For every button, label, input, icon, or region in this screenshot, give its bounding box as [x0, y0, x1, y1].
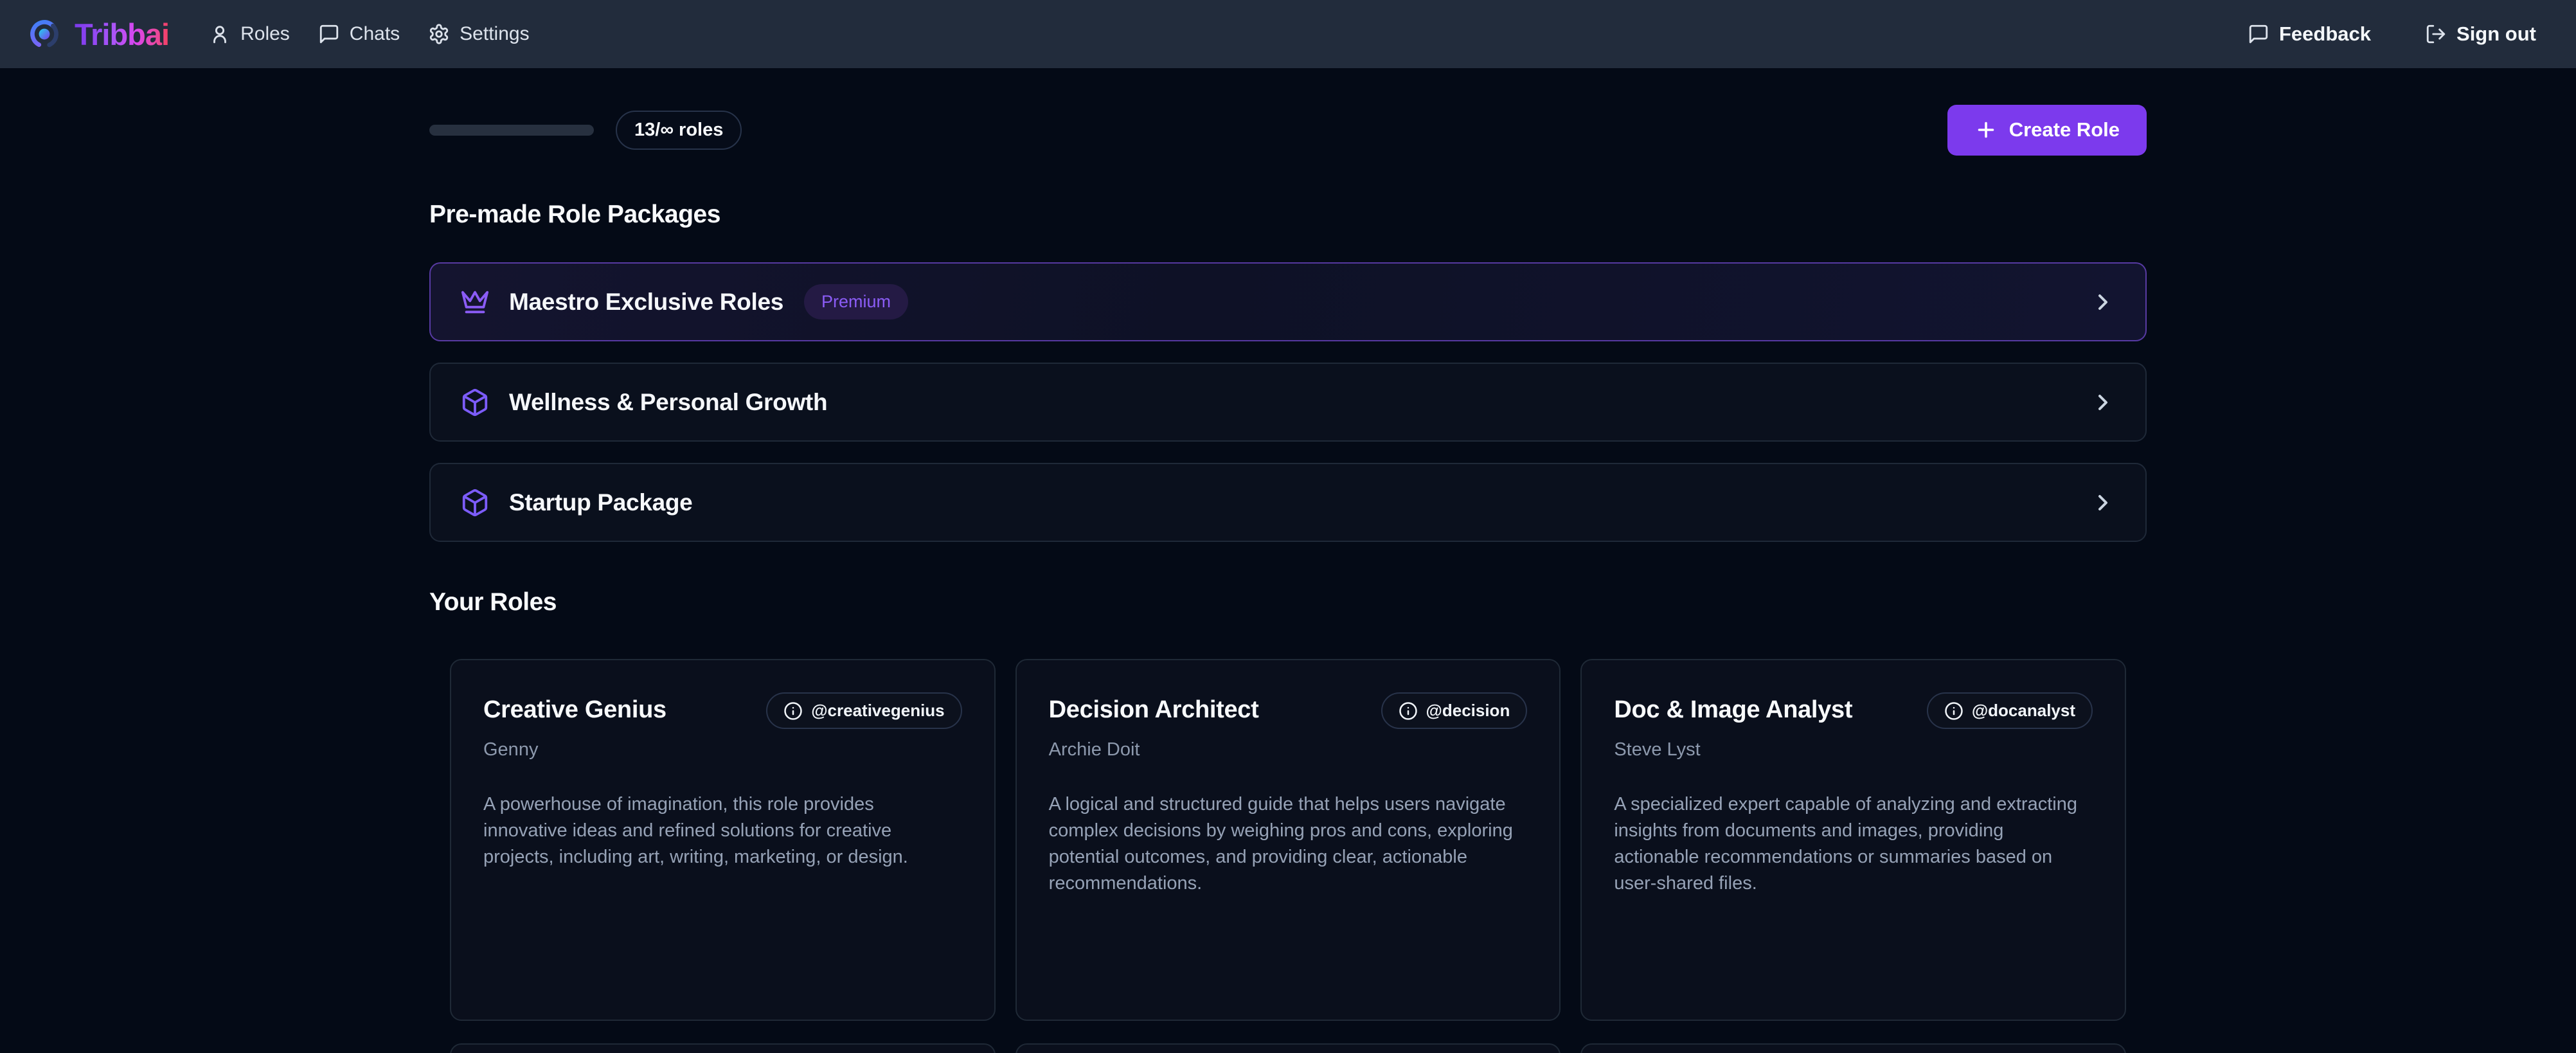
chevron-right-icon	[2090, 490, 2116, 516]
gear-icon	[428, 23, 450, 45]
role-cards-grid: Creative Genius @creativegenius Genny A …	[429, 659, 2147, 1021]
primary-nav: Roles Chats Settings	[209, 23, 529, 45]
chevron-right-icon	[2090, 390, 2116, 415]
role-description: A specialized expert capable of analyzin…	[1614, 791, 2093, 897]
role-handle-badge[interactable]: @creativegenius	[766, 692, 962, 729]
chevron-right-icon	[2090, 289, 2116, 315]
role-handle-badge[interactable]: @docanalyst	[1927, 692, 2093, 729]
package-title: Startup Package	[509, 489, 692, 516]
role-cards-grid-next-row	[429, 1043, 2147, 1053]
info-icon	[1944, 701, 1963, 721]
brand-logo[interactable]: Tribbai	[27, 17, 169, 52]
role-subtitle: Genny	[483, 739, 962, 760]
package-row-maestro[interactable]: Maestro Exclusive Roles Premium	[429, 262, 2147, 341]
role-title: Doc & Image Analyst	[1614, 692, 1852, 724]
package-title: Wellness & Personal Growth	[509, 389, 827, 416]
info-icon	[1399, 701, 1418, 721]
roles-progress-bar	[429, 125, 594, 136]
role-handle-badge[interactable]: @decision	[1381, 692, 1528, 729]
package-row-wellness[interactable]: Wellness & Personal Growth	[429, 363, 2147, 442]
role-card[interactable]	[450, 1043, 996, 1053]
role-subtitle: Archie Doit	[1049, 739, 1528, 760]
package-row-startup[interactable]: Startup Package	[429, 463, 2147, 542]
role-card-doc-image-analyst[interactable]: Doc & Image Analyst @docanalyst Steve Ly…	[1580, 659, 2126, 1021]
chat-bubble-icon	[2248, 23, 2269, 45]
card-header: Doc & Image Analyst @docanalyst	[1614, 692, 2093, 729]
role-description: A powerhouse of imagination, this role p…	[483, 791, 962, 870]
role-card[interactable]	[1015, 1043, 1561, 1053]
role-handle: @decision	[1426, 701, 1510, 721]
create-role-button[interactable]: Create Role	[1947, 105, 2147, 156]
card-header: Decision Architect @decision	[1049, 692, 1528, 729]
role-handle: @creativegenius	[811, 701, 944, 721]
tribbai-ring-logo-icon	[27, 17, 62, 51]
nav-item-settings[interactable]: Settings	[428, 23, 529, 45]
roles-count-badge: 13/∞ roles	[616, 111, 742, 150]
your-roles-heading: Your Roles	[429, 588, 2147, 616]
nav-label: Feedback	[2279, 22, 2371, 46]
packages-heading: Pre-made Role Packages	[429, 201, 2147, 229]
package-icon	[460, 488, 490, 518]
plus-icon	[1974, 118, 1998, 141]
package-title: Maestro Exclusive Roles	[509, 289, 783, 316]
feedback-button[interactable]: Feedback	[2248, 22, 2371, 46]
premium-badge: Premium	[804, 284, 908, 320]
create-role-label: Create Role	[2009, 118, 2120, 141]
role-card-decision-architect[interactable]: Decision Architect @decision Archie Doit…	[1015, 659, 1561, 1021]
logout-icon	[2425, 23, 2447, 45]
secondary-nav: Feedback Sign out	[2248, 22, 2536, 46]
nav-label: Chats	[350, 23, 400, 45]
role-description: A logical and structured guide that help…	[1049, 791, 1528, 897]
sign-out-button[interactable]: Sign out	[2425, 22, 2536, 46]
user-icon	[209, 23, 231, 45]
role-title: Decision Architect	[1049, 692, 1259, 724]
package-list: Maestro Exclusive Roles Premium Wellness…	[429, 262, 2147, 542]
chat-bubble-icon	[318, 23, 340, 45]
nav-item-roles[interactable]: Roles	[209, 23, 290, 45]
role-card[interactable]	[1580, 1043, 2126, 1053]
nav-label: Sign out	[2456, 22, 2536, 46]
nav-label: Roles	[240, 23, 290, 45]
role-handle: @docanalyst	[1972, 701, 2075, 721]
main-content: 13/∞ roles Create Role Pre-made Role Pac…	[429, 104, 2147, 1053]
card-header: Creative Genius @creativegenius	[483, 692, 962, 729]
role-title: Creative Genius	[483, 692, 666, 724]
role-subtitle: Steve Lyst	[1614, 739, 2093, 760]
top-navbar: Tribbai Roles Chats Settings	[0, 0, 2576, 68]
nav-label: Settings	[460, 23, 529, 45]
nav-item-chats[interactable]: Chats	[318, 23, 400, 45]
package-icon	[460, 388, 490, 417]
crown-icon	[460, 287, 490, 317]
brand-name: Tribbai	[75, 17, 169, 52]
roles-toolbar: 13/∞ roles Create Role	[429, 104, 2147, 156]
role-card-creative-genius[interactable]: Creative Genius @creativegenius Genny A …	[450, 659, 996, 1021]
info-icon	[783, 701, 803, 721]
